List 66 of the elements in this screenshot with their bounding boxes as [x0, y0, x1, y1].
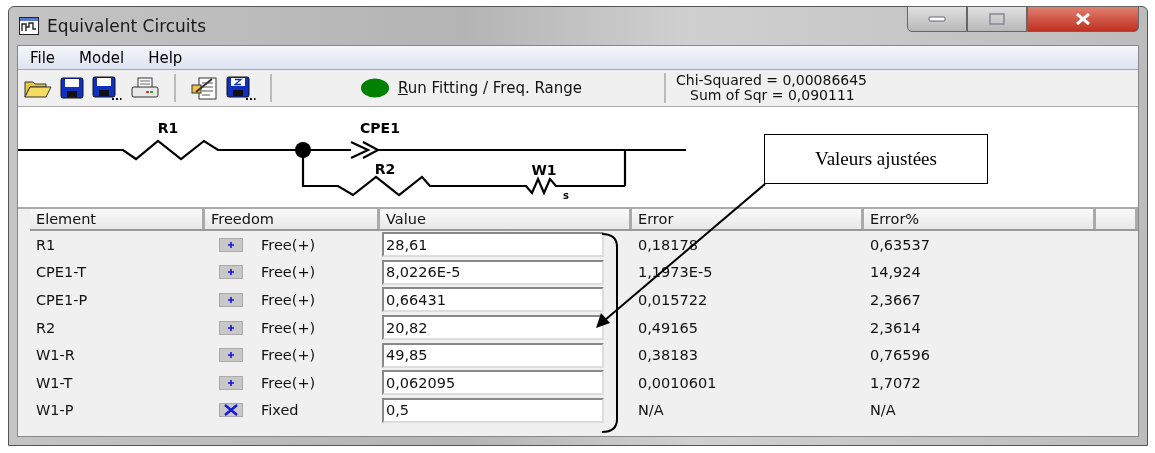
- table-cell-text: W1-T: [35, 374, 74, 391]
- notepad-icon[interactable]: [190, 76, 218, 100]
- value-field[interactable]: 28,61: [382, 232, 604, 258]
- value-field[interactable]: 49,85: [382, 342, 604, 368]
- value-field[interactable]: 8,0226E-5: [382, 259, 604, 285]
- table-cell-text: 0,0010601: [637, 374, 718, 391]
- plus-icon[interactable]: [219, 237, 243, 252]
- value-field[interactable]: 20,82: [382, 315, 604, 341]
- table-cell-text: 0,63537: [869, 236, 931, 253]
- table-cell-text: CPE1-P: [35, 292, 89, 308]
- plus-icon[interactable]: [219, 320, 243, 335]
- close-button[interactable]: [1027, 6, 1139, 32]
- table-cell-text: 0,38183: [637, 347, 699, 364]
- table-cell-text: R1: [35, 236, 57, 253]
- table-cell-text: 0,49165: [637, 319, 699, 336]
- table-cell-text: N/A: [637, 402, 665, 419]
- plus-icon[interactable]: [219, 375, 243, 390]
- column-header[interactable]: Error: [632, 209, 864, 229]
- cross-icon[interactable]: [219, 403, 243, 418]
- table-cell: Free(+): [261, 347, 316, 364]
- floppy-disk-icon[interactable]: [226, 76, 256, 100]
- table-cell: Free(+): [261, 236, 316, 253]
- printer-icon[interactable]: [130, 77, 160, 99]
- table-cell-text: 0,015722: [637, 292, 709, 308]
- table-cell-text: 2,3667: [869, 292, 922, 308]
- window-title: Equivalent Circuits: [47, 16, 207, 36]
- column-header[interactable]: Freedom: [205, 209, 380, 229]
- plus-icon[interactable]: [219, 293, 243, 307]
- table-cell-text: N/A: [869, 402, 897, 419]
- table-cell-text: W1-R: [35, 347, 76, 364]
- app-icon: [19, 17, 39, 35]
- value-field[interactable]: 0,66431: [382, 287, 604, 313]
- table-cell: Free(+): [261, 264, 316, 281]
- table-cell-text: CPE1-T: [35, 264, 88, 281]
- close-icon: [1075, 13, 1091, 25]
- sum-of-squares-text: Sum of Sqr = 0,090111: [690, 88, 856, 103]
- circuit-diagram-drawing: R1 CPE1 R2 W1 s: [18, 120, 688, 201]
- folder-icon[interactable]: [24, 78, 52, 98]
- value-field[interactable]: 0,5: [382, 397, 604, 423]
- chi-squared-text: Chi-Squared = 0,00086645: [676, 73, 867, 88]
- column-header[interactable]: Element: [30, 209, 205, 229]
- plus-icon[interactable]: [219, 265, 243, 280]
- minimize-icon: [928, 16, 946, 22]
- plus-icon[interactable]: [219, 348, 243, 363]
- callout-box: Valeurs ajustées: [764, 134, 988, 184]
- table-cell-text: 1,7072: [869, 374, 922, 391]
- table-cell-text: 0,76596: [869, 347, 931, 364]
- column-header[interactable]: Error%: [864, 209, 1096, 229]
- minimize-button[interactable]: [907, 6, 967, 32]
- table-cell-text: 14,924: [869, 264, 922, 281]
- table-cell-text: W1-P: [35, 402, 75, 419]
- menu-item[interactable]: File: [30, 48, 56, 67]
- table-cell: Free(+): [261, 319, 316, 336]
- maximize-button[interactable]: [967, 6, 1027, 32]
- maximize-icon: [989, 13, 1005, 25]
- run-fitting-button[interactable]: Run Fitting / Freq. Range: [286, 78, 656, 98]
- menu-item[interactable]: Model: [79, 48, 125, 67]
- menu-item[interactable]: Help: [148, 48, 183, 67]
- table-cell: Free(+): [261, 292, 316, 308]
- table-cell: Fixed: [261, 402, 299, 419]
- table-cell: Free(+): [261, 374, 316, 391]
- table-cell-text: R2: [35, 319, 57, 336]
- table-cell-text: 2,3614: [869, 319, 922, 336]
- column-header[interactable]: Value: [380, 209, 632, 229]
- floppy-disk-icon[interactable]: [92, 76, 122, 100]
- value-field[interactable]: 0,062095: [382, 370, 604, 396]
